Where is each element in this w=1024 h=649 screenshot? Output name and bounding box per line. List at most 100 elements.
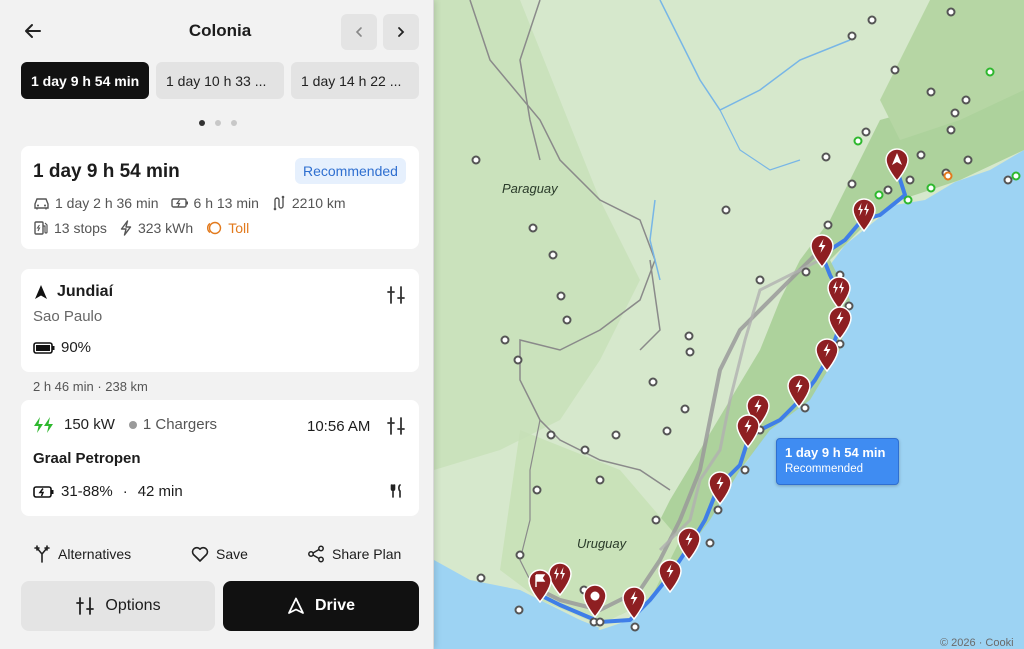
drive-label: Drive: [314, 597, 356, 614]
distance: 2210 km: [271, 195, 346, 211]
stops: 13 stops: [33, 220, 107, 236]
alternatives-button[interactable]: Alternatives: [33, 540, 131, 568]
charging-stop-pin-icon[interactable]: [826, 276, 852, 310]
heart-icon: [191, 546, 209, 562]
tooltip-subtitle: Recommended: [785, 463, 863, 475]
stop-charge-duration: 42 min: [137, 483, 183, 500]
sliders-icon: [387, 417, 405, 435]
charging-stop-pin-icon[interactable]: [707, 471, 733, 505]
lightning-icon: [120, 220, 132, 236]
pager-dots: [199, 120, 237, 126]
toll-label: Toll: [228, 220, 250, 236]
stop-arrival-time: 10:56 AM: [307, 418, 371, 435]
charging-station-icon: [34, 221, 48, 235]
total-time: 1 day 9 h 54 min: [33, 161, 180, 182]
stop-charge-info: 31-88% · 42 min: [33, 483, 183, 500]
charging-stop-pin-icon[interactable]: [851, 198, 877, 232]
route-tabs: 1 day 9 h 54 min 1 day 10 h 33 ... 1 day…: [21, 62, 419, 99]
share-icon: [308, 545, 324, 563]
origin-settings-button[interactable]: [384, 283, 408, 307]
summary-card[interactable]: 1 day 9 h 54 min Recommended 1 day 2 h 3…: [21, 146, 419, 249]
map-label-uruguay: Uruguay: [577, 536, 627, 551]
battery-charging-icon: [33, 485, 54, 498]
navigation-arrow-icon: [35, 285, 47, 299]
battery-icon: [33, 341, 55, 354]
chevron-left-icon: [355, 27, 362, 37]
route-panel: Colonia 1 day 9 h 54 min 1 day 10 h 33 .…: [0, 0, 434, 649]
summary-meta-row-2: 13 stops 323 kWh Toll: [33, 220, 261, 236]
charging-stop-pin-icon[interactable]: [735, 414, 761, 448]
navigation-arrow-icon: [288, 597, 304, 614]
drive-time: 1 day 2 h 36 min: [33, 195, 159, 211]
share-plan-button[interactable]: Share Plan: [307, 540, 401, 568]
map-attribution[interactable]: © 2026 · Cooki: [940, 637, 1014, 649]
stop-chargers-value: 1 Chargers: [142, 416, 218, 433]
charging-stop-pin-icon[interactable]: [621, 586, 647, 620]
map-label-paraguay: Paraguay: [502, 181, 558, 196]
charging-stop-pin-icon[interactable]: [676, 527, 702, 561]
chevron-right-icon: [398, 27, 405, 37]
sliders-icon: [387, 286, 405, 304]
charging-stop-pin-icon[interactable]: [786, 374, 812, 408]
stop-charge-range: 31-88%: [61, 483, 113, 500]
stops-value: 13 stops: [54, 220, 107, 236]
charging-stop-pin-icon[interactable]: [827, 306, 853, 340]
drive-button[interactable]: Drive: [223, 581, 419, 631]
drive-time-value: 1 day 2 h 36 min: [55, 195, 159, 211]
start-pin-icon[interactable]: [884, 148, 910, 182]
save-label: Save: [216, 546, 248, 562]
back-button[interactable]: [20, 18, 46, 44]
car-icon: [34, 198, 49, 210]
route-tooltip[interactable]: 1 day 9 h 54 min Recommended: [776, 438, 899, 485]
toll: Toll: [205, 220, 249, 236]
recommended-badge: Recommended: [295, 158, 406, 184]
toll-coin-icon: [207, 221, 222, 235]
charge-time: 6 h 13 min: [170, 195, 259, 211]
stop-charge-separator: ·: [122, 483, 128, 500]
restaurant-icon: [390, 484, 404, 503]
fast-charge-icon: [34, 416, 53, 433]
save-button[interactable]: Save: [191, 540, 248, 568]
stop-settings-button[interactable]: [384, 414, 408, 438]
charging-stop-pin-icon[interactable]: [657, 559, 683, 593]
sliders-icon: [76, 597, 95, 615]
share-label: Share Plan: [332, 546, 402, 562]
pager-dot[interactable]: [215, 120, 221, 126]
energy: 323 kWh: [119, 220, 193, 236]
charge-time-value: 6 h 13 min: [193, 195, 259, 211]
stop-power: 150 kW: [64, 416, 115, 433]
panel-header: Colonia: [0, 0, 434, 60]
options-label: Options: [105, 597, 161, 614]
origin-battery: 90%: [33, 339, 91, 356]
route-distance-icon: [273, 195, 285, 211]
stop-name: Graal Petropen: [33, 450, 141, 467]
route-tab-1[interactable]: 1 day 9 h 54 min: [21, 62, 149, 99]
charging-stop-pin-icon[interactable]: [814, 338, 840, 372]
route-tab-2[interactable]: 1 day 10 h 33 ...: [156, 62, 284, 99]
finish-flag-pin-icon[interactable]: [527, 569, 553, 603]
stop-chargers: 1 Chargers: [128, 416, 218, 433]
next-route-button[interactable]: [383, 14, 419, 50]
route-tab-3[interactable]: 1 day 14 h 22 ...: [291, 62, 419, 99]
chargers-dot-icon: [128, 420, 137, 429]
pager-dot[interactable]: [231, 120, 237, 126]
alternatives-label: Alternatives: [58, 546, 132, 562]
leg-info: 2 h 46 min · 238 km: [33, 379, 148, 394]
origin-region: Sao Paulo: [33, 308, 103, 325]
options-button[interactable]: Options: [21, 581, 215, 631]
charging-stop-pin-icon[interactable]: [809, 234, 835, 268]
route-actions: Alternatives Save Share Plan: [21, 540, 419, 568]
origin-battery-value: 90%: [61, 339, 92, 356]
tooltip-time: 1 day 9 h 54 min: [785, 445, 886, 460]
battery-charging-icon: [170, 198, 188, 208]
energy-value: 323 kWh: [137, 220, 194, 236]
summary-meta-row-1: 1 day 2 h 36 min 6 h 13 min 2210 km: [33, 195, 358, 211]
prev-route-button[interactable]: [341, 14, 377, 50]
stop-power-row: 150 kW 1 Chargers: [33, 416, 217, 433]
destination-pin-icon[interactable]: [582, 584, 608, 618]
origin-card[interactable]: Jundiaí Sao Paulo 90%: [21, 269, 419, 372]
origin-name: Jundiaí: [57, 283, 114, 300]
arrow-left-icon: [25, 24, 41, 38]
pager-dot[interactable]: [199, 120, 205, 126]
charging-stop-card[interactable]: 150 kW 1 Chargers 10:56 AM Graal Petrope…: [21, 400, 419, 516]
